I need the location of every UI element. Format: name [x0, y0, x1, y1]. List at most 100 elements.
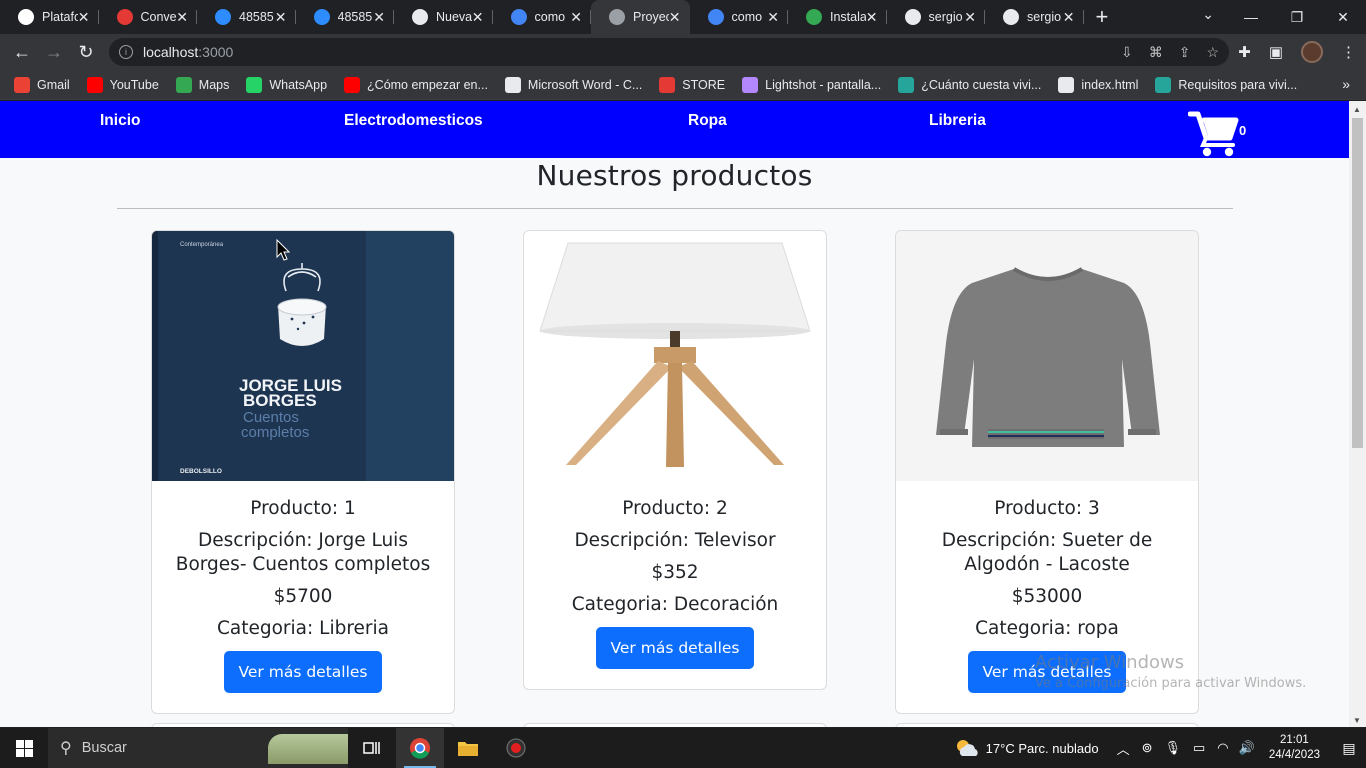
profile-avatar[interactable] — [1301, 41, 1323, 63]
cart-count: 0 — [1239, 123, 1247, 138]
product-description: Descripción: Televisor — [574, 530, 776, 551]
bookmark-item[interactable]: Gmail — [14, 76, 70, 93]
clock[interactable]: 21:01 24/4/2023 — [1269, 733, 1320, 763]
bookmark-item[interactable]: Maps — [175, 76, 229, 93]
bookmark-item[interactable]: ¿Cuánto cuesta vivi... — [898, 76, 1042, 93]
bookmark-item[interactable]: Microsoft Word - C... — [504, 76, 642, 93]
back-icon[interactable]: ← — [6, 42, 38, 63]
browser-tab[interactable]: como ✕ — [690, 0, 788, 34]
nav-link-inicio[interactable]: Inicio — [100, 112, 140, 130]
site-info-icon[interactable]: i — [119, 45, 133, 59]
close-tab-icon[interactable]: ✕ — [472, 9, 484, 26]
platform-icon — [18, 9, 34, 25]
browser-tab[interactable]: Conve ✕ — [99, 0, 197, 34]
screen-recorder-icon[interactable] — [492, 728, 540, 768]
close-tab-icon[interactable]: ✕ — [275, 9, 287, 26]
scroll-down-icon[interactable]: ▼ — [1353, 716, 1361, 725]
reload-icon[interactable]: ↻ — [70, 42, 102, 63]
clock-time: 21:01 — [1280, 734, 1309, 746]
browser-tab[interactable]: Platafo ✕ — [0, 0, 99, 34]
weather-widget[interactable]: 17°C Parc. nublado — [954, 737, 1099, 759]
microphone-icon[interactable]: 🎙 — [1164, 740, 1181, 756]
taskbar-search-box[interactable]: ⚲ Buscar — [48, 728, 348, 768]
feather-icon — [742, 76, 759, 93]
view-details-button[interactable]: Ver más detalles — [224, 651, 382, 693]
more-bookmarks-icon[interactable]: » — [1342, 76, 1350, 92]
close-tab-icon[interactable]: ✕ — [669, 9, 681, 26]
store-icon — [659, 76, 676, 93]
product-image-sweater — [896, 231, 1198, 481]
file-explorer-icon[interactable] — [444, 728, 492, 768]
close-tab-icon[interactable]: ✕ — [176, 9, 188, 26]
close-tab-icon[interactable]: ✕ — [78, 9, 90, 26]
show-hidden-icons[interactable]: ︿ — [1117, 739, 1130, 758]
product-description: Descripción: Jorge Luis Borges- Cuentos … — [175, 530, 431, 575]
minimize-icon[interactable]: — — [1228, 9, 1274, 25]
forward-icon[interactable]: → — [38, 42, 70, 63]
product-image-book: Contemporánea JORGE LUIS BORGES Cuentos … — [152, 231, 454, 481]
side-panel-icon[interactable]: ▣ — [1269, 43, 1283, 61]
nav-link-ropa[interactable]: Ropa — [688, 112, 727, 130]
install-app-icon[interactable]: ⇩ — [1121, 44, 1133, 61]
browser-tab[interactable]: sergio ✕ — [887, 0, 985, 34]
close-tab-icon[interactable]: ✕ — [866, 9, 878, 26]
github-icon — [1003, 9, 1019, 25]
browser-tab[interactable]: Instala ✕ — [788, 0, 887, 34]
volume-icon[interactable]: 🔊 — [1239, 740, 1255, 756]
chrome-menu-icon[interactable]: ⋮ — [1341, 43, 1356, 61]
bookmark-item[interactable]: YouTube — [86, 76, 159, 93]
close-tab-icon[interactable]: ✕ — [964, 9, 976, 26]
extensions-icon[interactable]: ✚ — [1238, 43, 1251, 61]
windows-start-icon[interactable] — [0, 728, 48, 768]
nav-link-libreria[interactable]: Libreria — [929, 112, 986, 130]
bookmark-star-icon[interactable]: ☆ — [1206, 44, 1219, 61]
bookmark-item[interactable]: WhatsApp — [246, 76, 327, 93]
bookmark-item[interactable]: index.html — [1058, 76, 1138, 93]
product-price: $53000 — [1011, 586, 1083, 607]
taskbar-chrome-icon[interactable] — [396, 728, 444, 768]
site-icon — [898, 76, 915, 93]
product-price: $352 — [651, 562, 699, 583]
product-card-next-row — [151, 723, 455, 727]
browser-tab[interactable]: como ✕ — [493, 0, 591, 34]
restore-icon[interactable]: ❐ — [1274, 9, 1320, 26]
tab-search-icon[interactable]: ⌄ — [1202, 6, 1214, 23]
clock-date: 24/4/2023 — [1268, 749, 1320, 761]
youtube-icon — [86, 76, 103, 93]
browser-tab[interactable]: 48585 ✕ — [197, 0, 296, 34]
nav-link-electrodomesticos[interactable]: Electrodomesticos — [344, 112, 483, 130]
notifications-icon[interactable]: ▤ — [1332, 740, 1366, 757]
chrome-icon — [412, 9, 428, 25]
browser-tab[interactable]: Nueva ✕ — [394, 0, 493, 34]
scroll-up-icon[interactable]: ▲ — [1353, 105, 1361, 114]
shopping-cart-icon[interactable] — [1188, 109, 1240, 157]
close-tab-icon[interactable]: ✕ — [373, 9, 385, 26]
bookmark-item[interactable]: Requisitos para vivi... — [1155, 76, 1298, 93]
wifi-icon[interactable]: ◠ — [1217, 740, 1228, 756]
product-card: Contemporánea JORGE LUIS BORGES Cuentos … — [151, 230, 455, 714]
browser-tab[interactable]: sergio ✕ — [985, 0, 1084, 34]
scrollbar-thumb[interactable] — [1352, 118, 1363, 448]
battery-icon[interactable]: ▭ — [1193, 740, 1205, 756]
product-category: Categoria: Decoración — [571, 594, 779, 615]
bookmark-label: Requisitos para vivi... — [1178, 77, 1298, 92]
bookmark-label: Gmail — [37, 77, 70, 92]
close-tab-icon[interactable]: ✕ — [767, 9, 779, 26]
task-view-icon[interactable] — [348, 728, 396, 768]
new-tab-icon[interactable]: + — [1096, 0, 1109, 34]
address-bar[interactable]: i localhost:3000 ⇩ ⌘ ⇪ ☆ — [109, 38, 1229, 66]
close-tab-icon[interactable]: ✕ — [570, 9, 582, 26]
close-tab-icon[interactable]: ✕ — [1063, 9, 1075, 26]
bookmark-label: ¿Cuánto cuesta vivi... — [921, 77, 1042, 92]
bookmark-item[interactable]: ¿Cómo empezar en... — [344, 76, 488, 93]
close-window-icon[interactable]: ✕ — [1320, 9, 1366, 26]
page-scrollbar[interactable]: ▲ ▼ — [1349, 101, 1366, 727]
browser-tab[interactable]: Proyec ✕ — [591, 0, 690, 34]
webcam-icon[interactable]: ⊚ — [1142, 740, 1153, 756]
browser-tab[interactable]: 48585 ✕ — [296, 0, 394, 34]
bookmark-item[interactable]: STORE — [659, 76, 725, 93]
translate-icon[interactable]: ⌘ — [1149, 44, 1163, 61]
bookmark-item[interactable]: Lightshot - pantalla... — [742, 76, 881, 93]
view-details-button[interactable]: Ver más detalles — [596, 627, 754, 669]
share-icon[interactable]: ⇪ — [1179, 44, 1191, 61]
